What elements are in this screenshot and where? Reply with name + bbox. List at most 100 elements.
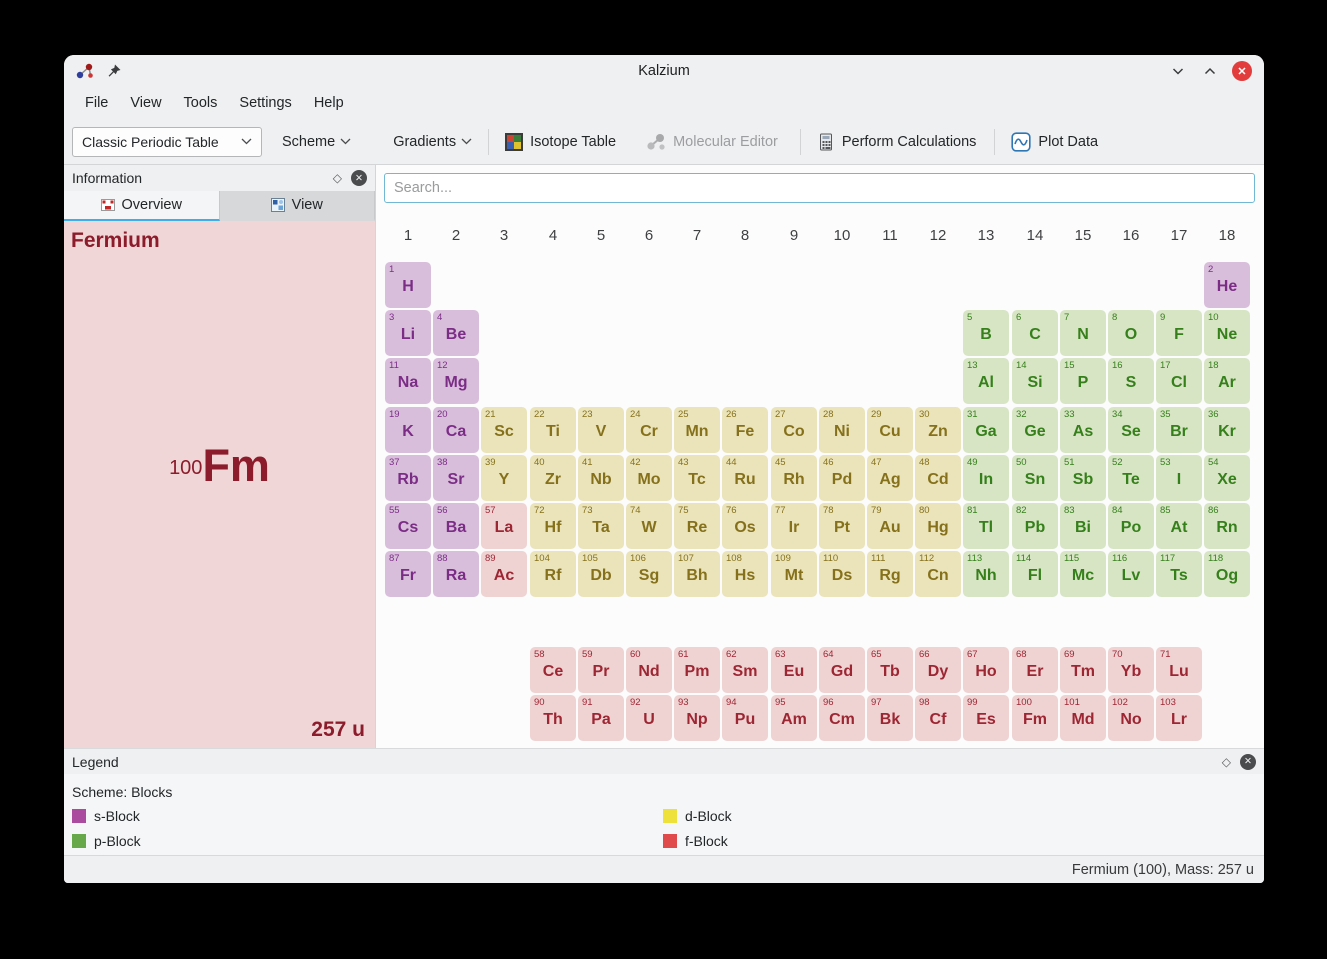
gradients-menu-button[interactable]: Gradients <box>385 125 480 159</box>
element-tile-Db[interactable]: 105Db <box>578 551 624 597</box>
element-overview-panel[interactable]: Fermium 100Fm 257 u <box>64 221 375 748</box>
element-tile-I[interactable]: 53I <box>1156 455 1202 501</box>
element-tile-Np[interactable]: 93Np <box>674 695 720 741</box>
element-tile-Bi[interactable]: 83Bi <box>1060 503 1106 549</box>
element-tile-Ni[interactable]: 28Ni <box>819 407 865 453</box>
element-tile-As[interactable]: 33As <box>1060 407 1106 453</box>
element-tile-Fr[interactable]: 87Fr <box>385 551 431 597</box>
element-tile-Co[interactable]: 27Co <box>771 407 817 453</box>
element-tile-Rn[interactable]: 86Rn <box>1204 503 1250 549</box>
element-tile-F[interactable]: 9F <box>1156 310 1202 356</box>
menu-tools[interactable]: Tools <box>173 90 229 116</box>
element-tile-Cl[interactable]: 17Cl <box>1156 358 1202 404</box>
element-tile-Pr[interactable]: 59Pr <box>578 647 624 693</box>
element-tile-Tm[interactable]: 69Tm <box>1060 647 1106 693</box>
element-tile-Hs[interactable]: 108Hs <box>722 551 768 597</box>
element-tile-Ba[interactable]: 56Ba <box>433 503 479 549</box>
element-tile-He[interactable]: 2He <box>1204 262 1250 308</box>
table-type-select[interactable]: Classic Periodic Table <box>72 127 262 157</box>
perform-calculations-button[interactable]: Perform Calculations <box>809 125 985 159</box>
element-tile-In[interactable]: 49In <box>963 455 1009 501</box>
element-tile-Be[interactable]: 4Be <box>433 310 479 356</box>
element-tile-Am[interactable]: 95Am <box>771 695 817 741</box>
titlebar[interactable]: Kalzium ✕ <box>64 55 1264 87</box>
float-panel-icon[interactable]: ◇ <box>1222 756 1231 768</box>
element-tile-Tb[interactable]: 65Tb <box>867 647 913 693</box>
element-tile-Cr[interactable]: 24Cr <box>626 407 672 453</box>
menu-settings[interactable]: Settings <box>228 90 302 116</box>
element-tile-Yb[interactable]: 70Yb <box>1108 647 1154 693</box>
tab-view[interactable]: View <box>220 191 376 221</box>
menu-view[interactable]: View <box>119 90 172 116</box>
close-panel-icon[interactable]: ✕ <box>1240 754 1256 770</box>
element-tile-Nh[interactable]: 113Nh <box>963 551 1009 597</box>
minimize-button[interactable] <box>1168 61 1188 81</box>
element-tile-Mg[interactable]: 12Mg <box>433 358 479 404</box>
element-tile-Nb[interactable]: 41Nb <box>578 455 624 501</box>
element-tile-Al[interactable]: 13Al <box>963 358 1009 404</box>
element-tile-Ag[interactable]: 47Ag <box>867 455 913 501</box>
element-tile-Cm[interactable]: 96Cm <box>819 695 865 741</box>
element-tile-Rf[interactable]: 104Rf <box>530 551 576 597</box>
element-tile-Mo[interactable]: 42Mo <box>626 455 672 501</box>
element-tile-Ru[interactable]: 44Ru <box>722 455 768 501</box>
element-tile-Ts[interactable]: 117Ts <box>1156 551 1202 597</box>
element-tile-Te[interactable]: 52Te <box>1108 455 1154 501</box>
element-tile-Er[interactable]: 68Er <box>1012 647 1058 693</box>
element-tile-V[interactable]: 23V <box>578 407 624 453</box>
element-tile-Bh[interactable]: 107Bh <box>674 551 720 597</box>
element-tile-Se[interactable]: 34Se <box>1108 407 1154 453</box>
element-tile-Ce[interactable]: 58Ce <box>530 647 576 693</box>
menu-file[interactable]: File <box>74 90 119 116</box>
float-panel-icon[interactable]: ◇ <box>333 172 342 184</box>
element-tile-Sg[interactable]: 106Sg <box>626 551 672 597</box>
element-tile-Lr[interactable]: 103Lr <box>1156 695 1202 741</box>
element-tile-Md[interactable]: 101Md <box>1060 695 1106 741</box>
element-tile-Xe[interactable]: 54Xe <box>1204 455 1250 501</box>
element-tile-Cn[interactable]: 112Cn <box>915 551 961 597</box>
element-tile-Cd[interactable]: 48Cd <box>915 455 961 501</box>
element-tile-Mn[interactable]: 25Mn <box>674 407 720 453</box>
tab-overview[interactable]: Overview <box>64 191 220 221</box>
element-tile-Cf[interactable]: 98Cf <box>915 695 961 741</box>
element-tile-Ho[interactable]: 67Ho <box>963 647 1009 693</box>
element-tile-Sb[interactable]: 51Sb <box>1060 455 1106 501</box>
element-tile-Ds[interactable]: 110Ds <box>819 551 865 597</box>
element-tile-H[interactable]: 1H <box>385 262 431 308</box>
element-tile-Y[interactable]: 39Y <box>481 455 527 501</box>
isotope-table-button[interactable]: Isotope Table <box>497 125 624 159</box>
element-tile-B[interactable]: 5B <box>963 310 1009 356</box>
menu-help[interactable]: Help <box>303 90 355 116</box>
element-tile-Cs[interactable]: 55Cs <box>385 503 431 549</box>
element-tile-Ca[interactable]: 20Ca <box>433 407 479 453</box>
element-tile-Ti[interactable]: 22Ti <box>530 407 576 453</box>
element-tile-Fe[interactable]: 26Fe <box>722 407 768 453</box>
element-tile-Sc[interactable]: 21Sc <box>481 407 527 453</box>
close-button[interactable]: ✕ <box>1232 61 1252 81</box>
element-tile-Ta[interactable]: 73Ta <box>578 503 624 549</box>
element-tile-O[interactable]: 8O <box>1108 310 1154 356</box>
element-tile-Na[interactable]: 11Na <box>385 358 431 404</box>
element-tile-Sr[interactable]: 38Sr <box>433 455 479 501</box>
element-tile-Zn[interactable]: 30Zn <box>915 407 961 453</box>
element-tile-Cu[interactable]: 29Cu <box>867 407 913 453</box>
element-tile-Pb[interactable]: 82Pb <box>1012 503 1058 549</box>
element-tile-Mc[interactable]: 115Mc <box>1060 551 1106 597</box>
element-tile-Li[interactable]: 3Li <box>385 310 431 356</box>
element-tile-Lv[interactable]: 116Lv <box>1108 551 1154 597</box>
element-tile-Tl[interactable]: 81Tl <box>963 503 1009 549</box>
element-tile-Ac[interactable]: 89Ac <box>481 551 527 597</box>
element-tile-Pm[interactable]: 61Pm <box>674 647 720 693</box>
element-tile-Hf[interactable]: 72Hf <box>530 503 576 549</box>
element-tile-Nd[interactable]: 60Nd <box>626 647 672 693</box>
element-tile-No[interactable]: 102No <box>1108 695 1154 741</box>
element-tile-Ar[interactable]: 18Ar <box>1204 358 1250 404</box>
scheme-menu-button[interactable]: Scheme <box>274 125 359 159</box>
element-tile-Pu[interactable]: 94Pu <box>722 695 768 741</box>
element-tile-Fm[interactable]: 100Fm <box>1012 695 1058 741</box>
element-tile-Ga[interactable]: 31Ga <box>963 407 1009 453</box>
element-tile-Zr[interactable]: 40Zr <box>530 455 576 501</box>
element-tile-Re[interactable]: 75Re <box>674 503 720 549</box>
element-tile-Ra[interactable]: 88Ra <box>433 551 479 597</box>
element-tile-Gd[interactable]: 64Gd <box>819 647 865 693</box>
